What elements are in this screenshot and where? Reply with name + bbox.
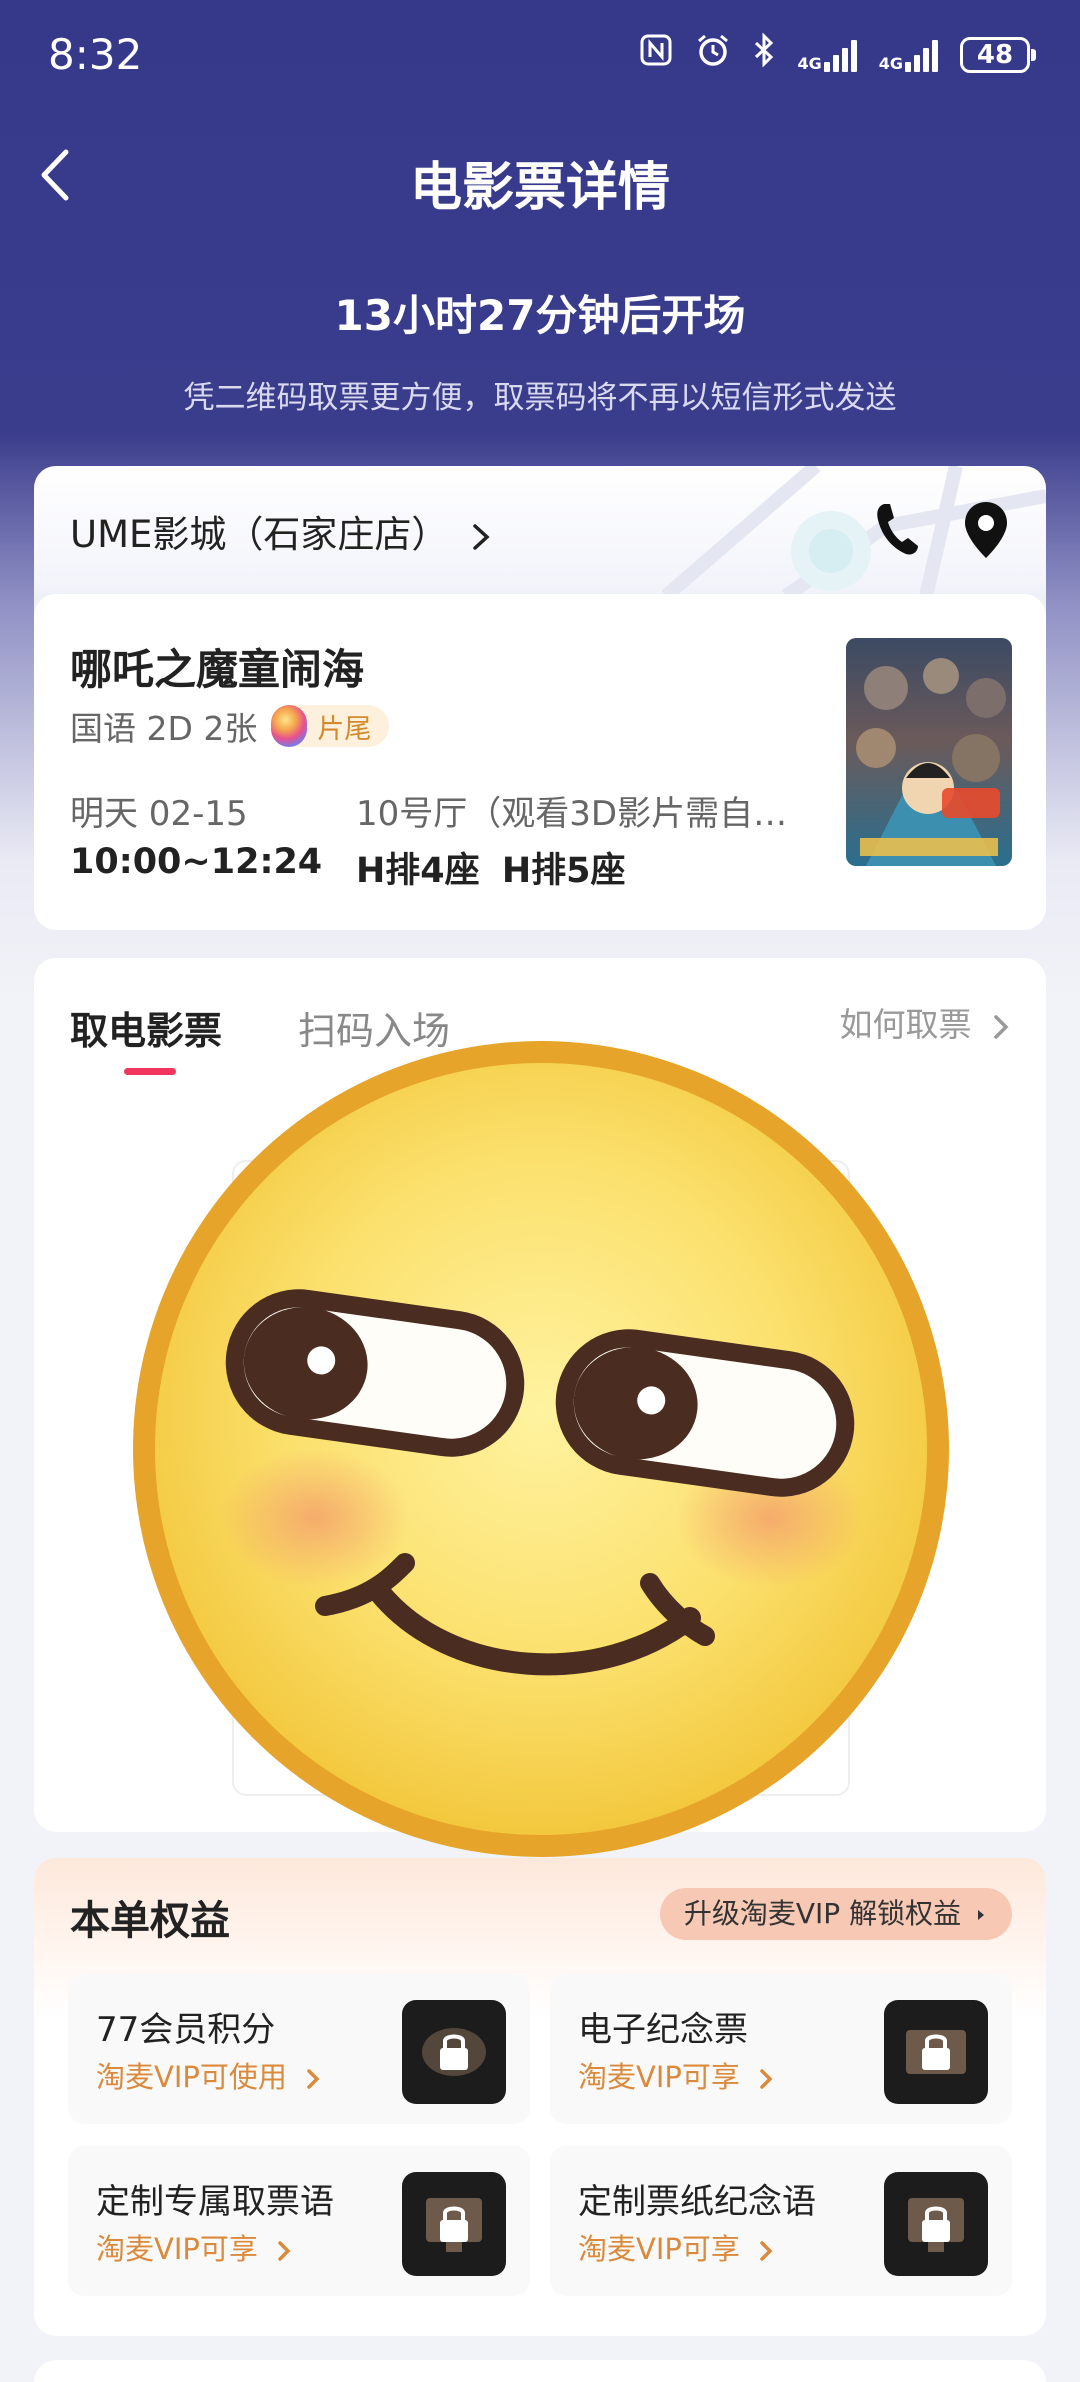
benefit-subtitle: 淘麦VIP可享 bbox=[578, 2226, 777, 2268]
benefits-title: 本单权益 bbox=[70, 1898, 230, 1944]
alarm-icon bbox=[695, 32, 731, 77]
upgrade-vip-button[interactable]: 升级淘麦VIP 解锁权益 bbox=[659, 1888, 1012, 1940]
signal-2: 4G bbox=[879, 38, 938, 72]
benefit-subtitle: 淘麦VIP可享 bbox=[96, 2226, 295, 2268]
ticket-card: UME影城（石家庄店） 哪吒之魔童闹海 国语 2D 2张 片尾 明天 02-15… bbox=[34, 466, 1046, 930]
colorful-egg-icon bbox=[271, 705, 308, 747]
phone-icon[interactable] bbox=[872, 500, 922, 558]
benefit-subtitle-text: 淘麦VIP可享 bbox=[578, 2060, 740, 2094]
chevron-right-icon bbox=[307, 2069, 320, 2089]
chevron-right-icon bbox=[760, 2241, 773, 2261]
status-time: 8:32 bbox=[48, 30, 143, 79]
emoji-smile-icon bbox=[133, 1041, 949, 1857]
bluetooth-icon bbox=[753, 32, 775, 76]
lock-icon bbox=[402, 2000, 506, 2104]
upgrade-vip-label: 升级淘麦VIP 解锁权益 bbox=[683, 1897, 962, 1930]
movie-meta: 国语 2D 2张 片尾 bbox=[70, 702, 390, 750]
battery-icon: 48 bbox=[960, 36, 1036, 73]
nfc-icon bbox=[639, 33, 673, 76]
status-bar: 8:32 4G 4G 48 bbox=[0, 0, 1080, 112]
show-date: 明天 02-15 bbox=[70, 794, 248, 834]
chevron-right-icon bbox=[760, 2069, 773, 2089]
benefit-subtitle-text: 淘麦VIP可享 bbox=[578, 2232, 740, 2266]
benefit-name: 电子纪念票 bbox=[578, 2010, 748, 2050]
hall-name: 10号厅（观看3D影片需自… bbox=[356, 794, 788, 834]
countdown-text: 13小时27分钟后开场 bbox=[334, 291, 746, 340]
lock-icon bbox=[884, 2000, 988, 2104]
benefit-item[interactable]: 77会员积分 淘麦VIP可使用 bbox=[68, 1974, 530, 2124]
benefits-card: 本单权益 升级淘麦VIP 解锁权益 77会员积分 淘麦VIP可使用 电子纪念票 … bbox=[34, 1858, 1046, 2336]
lock-icon bbox=[402, 2172, 506, 2276]
chevron-right-icon bbox=[278, 2241, 291, 2261]
benefit-name: 77会员积分 bbox=[96, 2010, 276, 2050]
benefit-subtitle: 淘麦VIP可使用 bbox=[96, 2054, 324, 2096]
end-credits-tag: 片尾 bbox=[271, 705, 390, 747]
benefit-subtitle-text: 淘麦VIP可享 bbox=[96, 2232, 258, 2266]
signal-1: 4G bbox=[797, 38, 857, 72]
signal-bars-icon bbox=[905, 38, 938, 72]
benefit-subtitle: 淘麦VIP可享 bbox=[578, 2054, 777, 2096]
hint-text: 凭二维码取票更方便，取票码将不再以短信形式发送 bbox=[183, 380, 897, 416]
cinema-name: UME影城（石家庄店） bbox=[70, 513, 449, 556]
show-time: 10:00~12:24 bbox=[70, 842, 323, 882]
chevron-right-icon bbox=[994, 1014, 1009, 1039]
signal-bars-icon bbox=[823, 38, 857, 72]
seat-info: H排4座 H排5座 bbox=[356, 851, 626, 891]
movie-info[interactable]: 哪吒之魔童闹海 国语 2D 2张 片尾 明天 02-15 10:00~12:24… bbox=[34, 594, 1046, 930]
movie-poster[interactable] bbox=[846, 638, 1012, 866]
benefit-name: 定制专属取票语 bbox=[96, 2182, 334, 2222]
caret-right-icon bbox=[978, 1910, 984, 1920]
page-title: 电影票详情 bbox=[409, 158, 670, 218]
status-icons: 4G 4G 48 bbox=[639, 32, 1036, 77]
movie-format: 国语 2D 2张 bbox=[70, 709, 258, 748]
cinema-name-link[interactable]: UME影城（石家庄店） bbox=[70, 504, 496, 558]
location-pin-icon[interactable] bbox=[962, 500, 1010, 560]
chevron-right-icon bbox=[473, 523, 490, 550]
benefit-name: 定制票纸纪念语 bbox=[578, 2182, 816, 2222]
benefit-item[interactable]: 电子纪念票 淘麦VIP可享 bbox=[550, 1974, 1012, 2124]
tag-label: 片尾 bbox=[317, 713, 372, 745]
next-card-peek bbox=[34, 2360, 1046, 2382]
benefit-item[interactable]: 定制专属取票语 淘麦VIP可享 bbox=[68, 2146, 530, 2296]
benefit-subtitle-text: 淘麦VIP可使用 bbox=[96, 2060, 287, 2094]
movie-title: 哪吒之魔童闹海 bbox=[70, 645, 365, 694]
benefit-item[interactable]: 定制票纸纪念语 淘麦VIP可享 bbox=[550, 2146, 1012, 2296]
lock-icon bbox=[884, 2172, 988, 2276]
